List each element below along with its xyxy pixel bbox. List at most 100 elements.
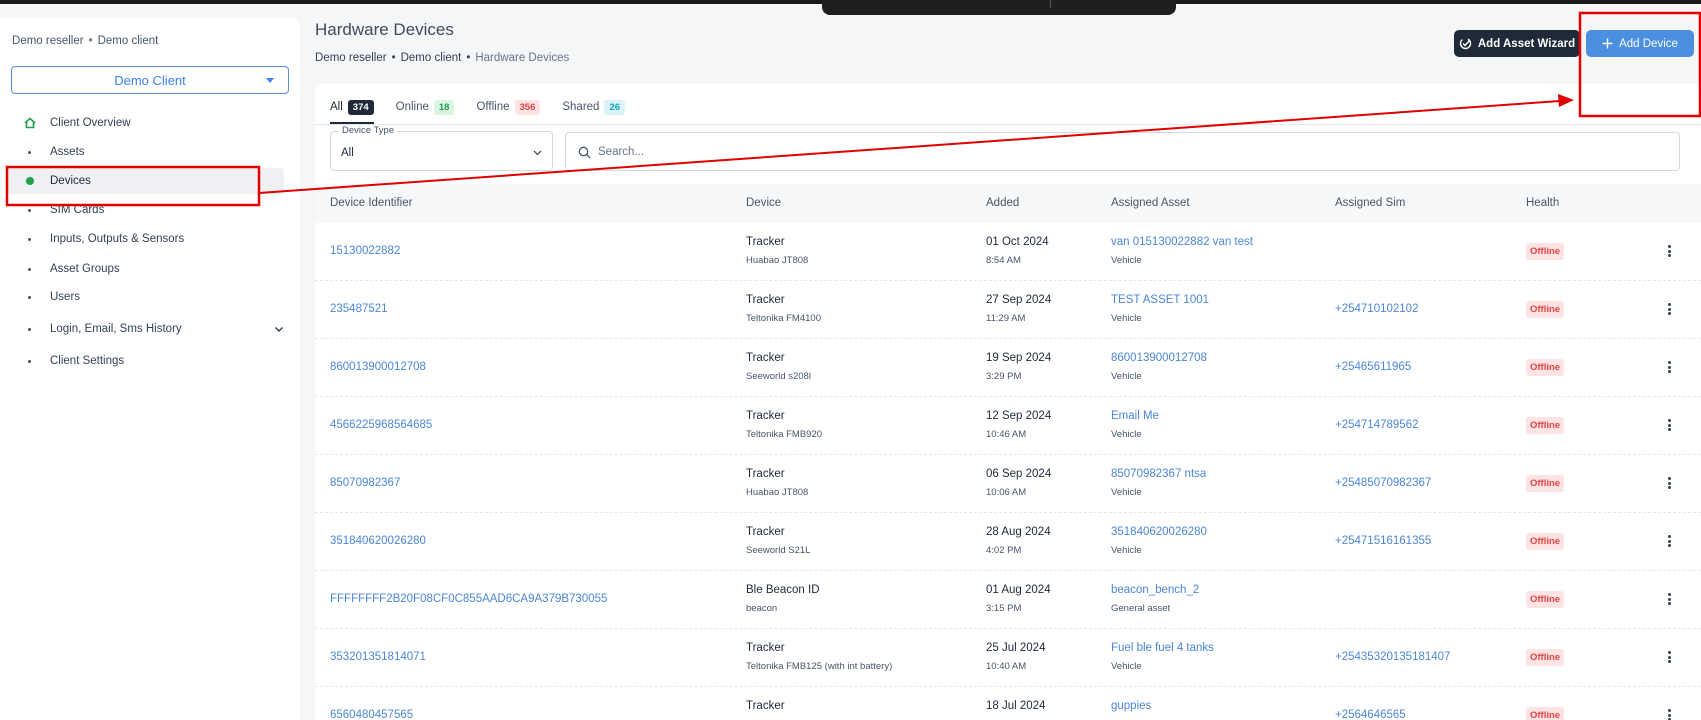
search-icon bbox=[578, 146, 591, 159]
device-type-select[interactable]: Device Type All bbox=[330, 125, 553, 171]
wizard-icon bbox=[1459, 37, 1472, 50]
row-actions-kebab-icon[interactable] bbox=[1663, 707, 1675, 720]
device-identifier-link[interactable]: 860013900012708 bbox=[330, 361, 426, 373]
device-type-text: Tracker bbox=[746, 236, 785, 248]
device-identifier-link[interactable]: 15130022882 bbox=[330, 245, 400, 257]
added-date: 01 Aug 2024 bbox=[986, 584, 1051, 596]
assigned-sim-link[interactable]: +25465611965 bbox=[1335, 361, 1411, 373]
breadcrumb-client[interactable]: Demo client bbox=[401, 52, 462, 64]
table-row[interactable]: 353201351814071 Tracker Teltonika FMB125 (… bbox=[315, 629, 1701, 687]
assigned-sim-link[interactable]: +254714789562 bbox=[1335, 419, 1418, 431]
sidebar-item-assets[interactable]: Assets bbox=[6, 139, 284, 165]
search-input[interactable]: Search... bbox=[565, 132, 1680, 171]
assigned-asset-link[interactable]: 860013900012708 bbox=[1111, 352, 1207, 364]
sidebar-item-sim-cards[interactable]: SIM Cards bbox=[6, 197, 284, 223]
table-row[interactable]: FFFFFFFF2B20F08CF0C855AAD6CA9A379B730055… bbox=[315, 571, 1701, 629]
home-icon bbox=[24, 117, 36, 129]
device-identifier-link[interactable]: FFFFFFFF2B20F08CF0C855AAD6CA9A379B730055 bbox=[330, 593, 607, 605]
table-row[interactable]: 4566225968564685 Tracker Teltonika FMB920 1… bbox=[315, 397, 1701, 455]
count-badge: 26 bbox=[604, 99, 626, 115]
assigned-asset-link[interactable]: TEST ASSET 1001 bbox=[1111, 294, 1209, 306]
assigned-asset-link[interactable]: guppies bbox=[1111, 700, 1151, 712]
assigned-sim-link[interactable]: +25471516161355 bbox=[1335, 535, 1431, 547]
column-header[interactable]: Assigned Asset bbox=[1111, 197, 1190, 209]
device-identifier-link[interactable]: 4566225968564685 bbox=[330, 419, 432, 431]
sidebar-item-asset-groups[interactable]: Asset Groups bbox=[6, 256, 284, 282]
assigned-asset-link[interactable]: Email Me bbox=[1111, 410, 1159, 422]
tab-online[interactable]: Online 18 bbox=[396, 92, 455, 122]
assigned-asset-link[interactable]: 85070982367 ntsa bbox=[1111, 468, 1206, 480]
row-actions-kebab-icon[interactable] bbox=[1663, 475, 1675, 491]
health-badge: Offline bbox=[1526, 359, 1565, 376]
row-actions-kebab-icon[interactable] bbox=[1663, 243, 1675, 259]
column-header[interactable]: Added bbox=[986, 197, 1019, 209]
table-row[interactable]: 351840620026280 Tracker Seeworld S21L 28 Au… bbox=[315, 513, 1701, 571]
table-row[interactable]: 15130022882 Tracker Huabao JT808 01 Oct 202… bbox=[315, 223, 1701, 281]
assigned-asset-link[interactable]: beacon_bench_2 bbox=[1111, 584, 1199, 596]
sidebar-item-client-overview[interactable]: Client Overview bbox=[6, 110, 284, 136]
added-time: 3:15 PM bbox=[986, 603, 1022, 614]
tab-all[interactable]: All 374 bbox=[330, 92, 374, 124]
row-actions-kebab-icon[interactable] bbox=[1663, 533, 1675, 549]
row-actions-kebab-icon[interactable] bbox=[1663, 591, 1675, 607]
column-header[interactable]: Device bbox=[746, 197, 781, 209]
tab-offline[interactable]: Offline 356 bbox=[476, 92, 541, 122]
breadcrumb-reseller[interactable]: Demo reseller bbox=[12, 35, 84, 47]
assigned-asset-link[interactable]: 351840620026280 bbox=[1111, 526, 1207, 538]
count-badge: 374 bbox=[347, 99, 374, 115]
added-date: 01 Oct 2024 bbox=[986, 236, 1049, 248]
sidebar-item-inputs-outputs-sensors[interactable]: Inputs, Outputs & Sensors bbox=[6, 226, 284, 252]
bullet-icon bbox=[28, 360, 31, 363]
chevron-down-icon bbox=[533, 150, 542, 156]
row-actions-kebab-icon[interactable] bbox=[1663, 301, 1675, 317]
health-badge: Offline bbox=[1526, 649, 1565, 666]
row-actions-kebab-icon[interactable] bbox=[1663, 417, 1675, 433]
breadcrumb-reseller[interactable]: Demo reseller bbox=[315, 52, 387, 64]
sidebar-item-client-settings[interactable]: Client Settings bbox=[6, 348, 284, 374]
health-badge: Offline bbox=[1526, 475, 1565, 492]
sidebar-item-login-email-sms-history[interactable]: Login, Email, Sms History bbox=[6, 316, 284, 342]
added-date: 18 Jul 2024 bbox=[986, 700, 1046, 712]
client-select[interactable]: Demo Client bbox=[11, 66, 289, 94]
assigned-asset-link[interactable]: Fuel ble fuel 4 tanks bbox=[1111, 642, 1214, 654]
device-type-text: Tracker bbox=[746, 352, 785, 364]
add-asset-wizard-button[interactable]: Add Asset Wizard bbox=[1454, 30, 1580, 57]
table-row[interactable]: 860013900012708 Tracker Seeworld s208l 19 S… bbox=[315, 339, 1701, 397]
column-header[interactable]: Assigned Sim bbox=[1335, 197, 1405, 209]
device-identifier-link[interactable]: 351840620026280 bbox=[330, 535, 426, 547]
table-row[interactable]: 85070982367 Tracker Huabao JT808 06 Sep 202… bbox=[315, 455, 1701, 513]
table-row[interactable]: 235487521 Tracker Teltonika FM4100 27 Sep 2… bbox=[315, 281, 1701, 339]
added-time: 11:29 AM bbox=[986, 313, 1026, 324]
device-identifier-link[interactable]: 235487521 bbox=[330, 303, 388, 315]
device-identifier-link[interactable]: 6560480457565 bbox=[330, 709, 413, 720]
assigned-asset-link[interactable]: van 015130022882 van test bbox=[1111, 236, 1253, 248]
chevron-down-icon[interactable] bbox=[274, 324, 284, 334]
assigned-sim-link[interactable]: +2564646565 bbox=[1335, 709, 1406, 720]
assigned-sim-link[interactable]: +25435320135181407 bbox=[1335, 651, 1450, 663]
row-actions-kebab-icon[interactable] bbox=[1663, 359, 1675, 375]
assigned-sim-link[interactable]: +254710102102 bbox=[1335, 303, 1418, 315]
device-identifier-link[interactable]: 85070982367 bbox=[330, 477, 400, 489]
row-actions-kebab-icon[interactable] bbox=[1663, 649, 1675, 665]
table-row[interactable]: 6560480457565 Tracker 18 Jul 2024 guppies +2… bbox=[315, 687, 1701, 720]
tab-shared[interactable]: Shared 26 bbox=[562, 92, 626, 122]
column-header[interactable]: Device Identifier bbox=[330, 197, 412, 209]
device-identifier-link[interactable]: 353201351814071 bbox=[330, 651, 426, 663]
breadcrumb: Demo reseller • Demo client • Hardware Devic… bbox=[315, 52, 570, 64]
added-time: 10:46 AM bbox=[986, 429, 1027, 440]
assigned-sim-link[interactable]: +25485070982367 bbox=[1335, 477, 1431, 489]
asset-type-text: Vehicle bbox=[1111, 487, 1142, 498]
add-asset-wizard-label: Add Asset Wizard bbox=[1477, 37, 1576, 50]
top-overlay-bar bbox=[822, 0, 1176, 15]
breadcrumb-client[interactable]: Demo client bbox=[98, 35, 159, 47]
sidebar: Demo reseller • Demo client Demo Client Cl… bbox=[0, 18, 300, 720]
device-model-text: Teltonika FMB125 (with int battery) bbox=[746, 661, 893, 672]
device-type-text: Tracker bbox=[746, 700, 785, 712]
sidebar-item-users[interactable]: Users bbox=[6, 284, 284, 310]
asset-type-text: Vehicle bbox=[1111, 429, 1142, 440]
device-model-text: Huabao JT808 bbox=[746, 487, 809, 498]
status-tabs: All 374 Online 18 Offline 356 Shared 26 bbox=[330, 92, 626, 124]
sidebar-item-devices[interactable]: Devices bbox=[6, 168, 284, 194]
add-device-button[interactable]: Add Device bbox=[1586, 30, 1694, 57]
column-header[interactable]: Health bbox=[1526, 197, 1559, 209]
